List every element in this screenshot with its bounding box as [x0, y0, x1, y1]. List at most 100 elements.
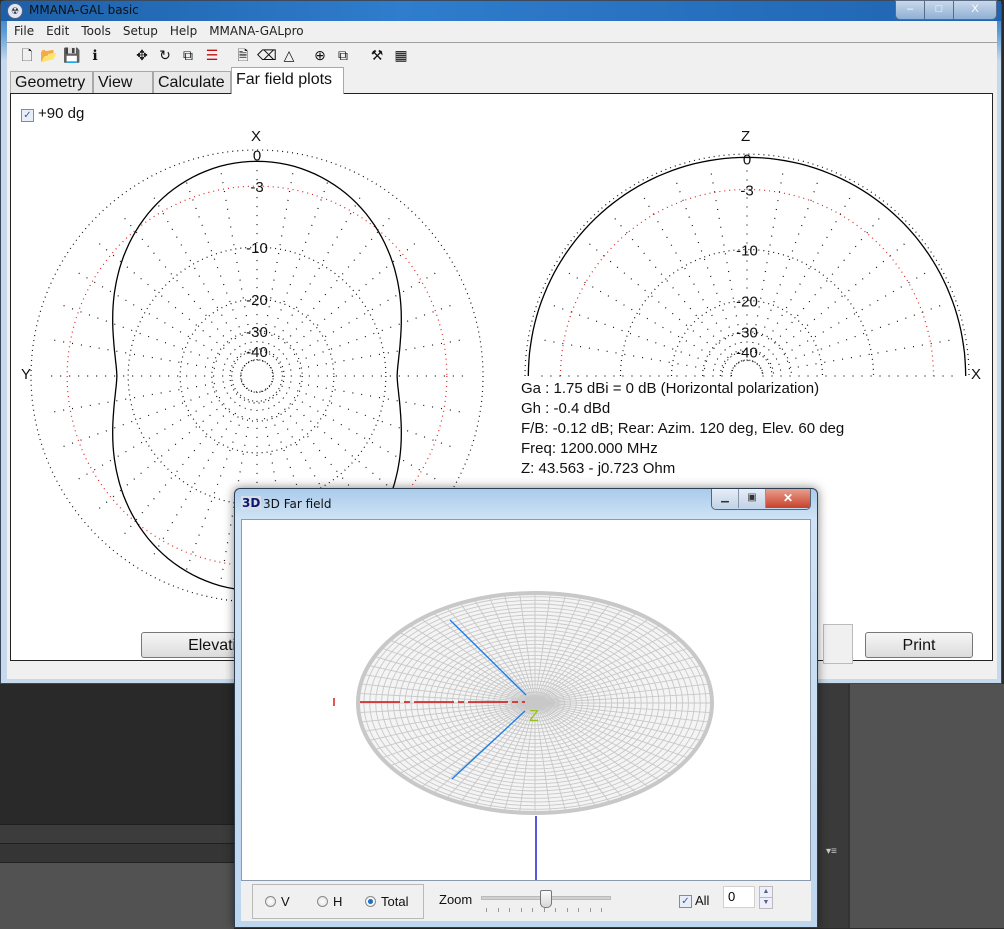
gain-gh: Gh : -0.4 dBd	[521, 400, 611, 417]
slider-tick	[532, 908, 533, 912]
horizontal-plot-spoke	[59, 303, 243, 372]
front-back-ratio: F/B: -0.12 dB; Rear: Azim. 120 deg, Elev…	[521, 420, 845, 437]
scale-icon[interactable]: ⧉	[179, 46, 197, 64]
open-folder-icon[interactable]: 📂	[40, 46, 58, 64]
horizontal-plot-ring-label: -3	[250, 179, 263, 196]
target-icon[interactable]: ⊕	[311, 46, 329, 64]
3d-view[interactable]: Z	[241, 519, 811, 881]
close-3d-button[interactable]: ✕	[765, 489, 810, 508]
app-logo-icon: ☢	[7, 3, 23, 19]
radio-h[interactable]	[317, 896, 328, 907]
horizontal-plot-left-axis: Y	[21, 366, 32, 383]
vertical-plot-spoke	[643, 196, 740, 363]
vertical-plot-ring-label: -10	[736, 242, 758, 259]
horizontal-plot-spoke	[271, 303, 455, 372]
radio-total[interactable]	[365, 896, 376, 907]
minimize-3d-button[interactable]: ▁	[712, 489, 738, 508]
zoom-slider[interactable]	[481, 890, 611, 912]
horizontal-plot-spoke	[261, 178, 330, 362]
vertical-plot-spoke	[760, 272, 927, 369]
tab-view[interactable]: View	[93, 71, 153, 93]
slider-tick	[601, 908, 602, 912]
menu-bar: File Edit Tools Setup Help MMANA-GALpro	[7, 21, 997, 43]
save-icon[interactable]: 💾	[63, 46, 81, 64]
menu-help[interactable]: Help	[163, 21, 202, 38]
tab-bar: Geometry View Calculate Far field plots	[7, 67, 997, 94]
horizontal-plot-spoke	[270, 383, 440, 482]
horizontal-plot-ring-label: -20	[246, 292, 268, 309]
zoom-slider-thumb[interactable]	[540, 890, 552, 908]
copy-icon[interactable]: ⧉	[334, 46, 352, 64]
vertical-plot-ring-label: -20	[736, 294, 758, 311]
horizontal-plot-ring-label: -30	[246, 324, 268, 341]
spin-down-button[interactable]: ▼	[759, 897, 773, 909]
horizontal-plot-spoke	[95, 385, 246, 512]
horizontal-plot-spoke	[264, 193, 363, 363]
all-checkbox[interactable]: ✓	[679, 895, 692, 908]
eraser-icon[interactable]: ⌫	[257, 46, 277, 64]
document-icon[interactable]: 🗎	[234, 46, 252, 64]
all-label: All	[695, 893, 710, 908]
horizontal-plot-spoke	[268, 240, 419, 367]
close-button[interactable]: X	[953, 1, 996, 19]
gain-ga: Ga : 1.75 dBi = 0 dB (Horizontal polariz…	[521, 380, 820, 397]
print-button[interactable]: Print	[865, 632, 973, 658]
zoom-label: Zoom	[439, 892, 473, 907]
triangle-icon[interactable]: △	[280, 46, 298, 64]
menu-file[interactable]: File	[7, 21, 39, 38]
polarization-group: V H Total	[252, 884, 424, 919]
tools-icon[interactable]: ⚒	[368, 46, 386, 64]
frame-spin-input[interactable]: 0	[723, 886, 755, 908]
radio-v[interactable]	[265, 896, 276, 907]
horizontal-plot-top-axis: X	[251, 128, 262, 145]
horizontal-plot-spoke	[266, 214, 393, 365]
menu-edit[interactable]: Edit	[39, 21, 74, 38]
horizontal-plot-spoke	[49, 338, 242, 374]
impedance: Z: 43.563 - j0.723 Ohm	[521, 460, 676, 477]
tab-far-field-plots[interactable]: Far field plots	[231, 67, 344, 94]
tab-calculate[interactable]: Calculate	[153, 71, 231, 93]
horizontal-plot-ring	[179, 298, 335, 454]
slider-tick	[486, 908, 487, 912]
rotate-icon[interactable]: ↻	[156, 46, 174, 64]
horizontal-plot-spoke	[95, 240, 246, 367]
maximize-3d-button[interactable]: ▣	[738, 489, 765, 508]
horizontal-plot-ring	[127, 246, 387, 506]
slider-tick	[520, 908, 522, 912]
panel-menu-icon[interactable]: ▾≡	[826, 846, 842, 858]
zoom-slider-ticks	[481, 908, 609, 912]
tab-geometry[interactable]: Geometry	[10, 71, 93, 93]
frequency: Freq: 1200.000 MHz	[521, 440, 658, 457]
vertical-plot-ring-label: -40	[736, 345, 758, 362]
new-file-icon[interactable]: 🗋	[18, 46, 36, 64]
info-icon[interactable]: ℹ	[86, 46, 104, 64]
menu-tools[interactable]: Tools	[74, 21, 116, 38]
vertical-plot-top-axis: Z	[741, 128, 751, 145]
menu-mmana-galpro[interactable]: MMANA-GALpro	[202, 21, 308, 38]
maximize-button[interactable]: □	[924, 1, 953, 19]
vertical-plot-spoke	[613, 217, 738, 365]
vertical-plot-ring-label: -3	[740, 183, 753, 200]
menu-setup[interactable]: Setup	[116, 21, 163, 38]
minimize-button[interactable]: –	[896, 1, 924, 19]
calculator-icon[interactable]: ▦	[392, 46, 410, 64]
vertical-plot-spoke	[754, 196, 851, 363]
slider-tick	[555, 908, 556, 912]
antenna-info: Ga : 1.75 dBi = 0 dB (Horizontal polariz…	[521, 379, 844, 479]
background-strip	[0, 824, 234, 843]
hidden-button-edge[interactable]	[823, 624, 853, 664]
segments-icon[interactable]: ☰	[203, 46, 221, 64]
horizontal-plot-spoke	[121, 387, 248, 538]
slider-tick	[589, 908, 591, 912]
vertical-plot-spoke	[543, 339, 732, 374]
vertical-plot-right-axis: X	[971, 366, 982, 383]
background-panel-mid	[818, 684, 848, 928]
title-bar: ☢ MMANA-GAL basic – □ X	[1, 0, 1001, 21]
background-strip	[0, 843, 234, 862]
z-axis-label: Z	[529, 708, 539, 725]
move-icon[interactable]: ✥	[133, 46, 151, 64]
window-3d-controls: ▁ ▣ ✕	[711, 489, 811, 510]
horizontal-plot-spoke	[151, 193, 250, 363]
horizontal-plot-spoke	[272, 378, 465, 414]
background-panel	[0, 862, 234, 929]
